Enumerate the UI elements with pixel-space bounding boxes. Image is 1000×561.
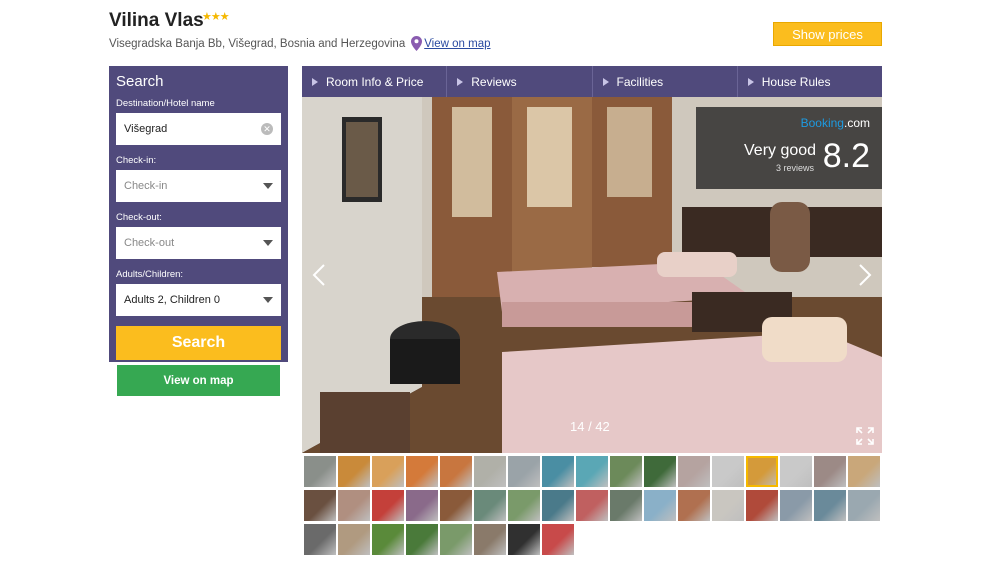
- fullscreen-icon[interactable]: [856, 427, 874, 445]
- gallery-thumbnail[interactable]: [644, 456, 676, 487]
- brand-part1: Booking: [800, 116, 844, 130]
- hotel-address: Visegradska Banja Bb, Višegrad, Bosnia a…: [109, 37, 406, 50]
- gallery-thumbnail[interactable]: [678, 490, 710, 521]
- gallery-thumbnail[interactable]: [610, 490, 642, 521]
- gallery-thumbnail[interactable]: [814, 490, 846, 521]
- gallery-thumbnail[interactable]: [474, 524, 506, 555]
- hotel-name: Vilina Vlas: [109, 10, 204, 31]
- gallery-thumbnail[interactable]: [848, 490, 880, 521]
- gallery-thumbnail[interactable]: [440, 490, 472, 521]
- checkin-select[interactable]: Check-in: [116, 170, 281, 202]
- brand-part2: .com: [843, 116, 870, 130]
- checkout-placeholder: Check-out: [124, 237, 175, 249]
- guests-select[interactable]: Adults 2, Children 0: [116, 284, 281, 316]
- tab-house-rules[interactable]: House Rules: [738, 66, 882, 97]
- hotel-address-row: Visegradska Banja Bb, Višegrad, Bosnia a…: [109, 36, 491, 51]
- hotel-tabs: Room Info & Price Reviews Facilities Hou…: [302, 66, 882, 97]
- review-count: 3 reviews: [776, 163, 815, 173]
- tab-room-info[interactable]: Room Info & Price: [302, 66, 448, 97]
- chevron-left-icon[interactable]: [312, 263, 326, 287]
- tab-label: Reviews: [471, 74, 517, 89]
- play-arrow-icon: [747, 77, 754, 86]
- gallery-thumbnail[interactable]: [712, 490, 744, 521]
- gallery-thumbnail[interactable]: [746, 490, 778, 521]
- photo-counter: 14 / 42: [570, 419, 610, 434]
- guests-value: Adults 2, Children 0: [124, 294, 220, 306]
- rating-box: Booking.com Very good 3 reviews 8.2: [696, 107, 882, 189]
- gallery-thumbnail[interactable]: [474, 490, 506, 521]
- rating-verdict: Very good: [744, 142, 817, 159]
- play-arrow-icon: [457, 77, 464, 86]
- gallery-thumbnail[interactable]: [474, 456, 506, 487]
- star-rating-icon: ★★★: [202, 11, 230, 23]
- gallery-thumbnail[interactable]: [814, 456, 846, 487]
- search-panel-title: Search: [116, 73, 164, 90]
- gallery-thumbnail[interactable]: [712, 456, 744, 487]
- tab-label: Room Info & Price: [326, 74, 424, 89]
- gallery-thumbnail[interactable]: [644, 490, 676, 521]
- gallery-thumbnail[interactable]: [304, 456, 336, 487]
- gallery-thumbnail[interactable]: [508, 456, 540, 487]
- gallery-thumbnail[interactable]: [304, 524, 336, 555]
- guests-label: Adults/Children:: [116, 269, 184, 280]
- gallery-thumbnail[interactable]: [746, 456, 778, 487]
- gallery-thumbnail[interactable]: [542, 456, 574, 487]
- rating-score: 8.2: [822, 137, 870, 175]
- gallery-thumbnail[interactable]: [372, 524, 404, 555]
- gallery-thumbnail[interactable]: [406, 524, 438, 555]
- view-on-map-button[interactable]: View on map: [117, 365, 280, 396]
- chevron-right-icon[interactable]: [858, 263, 872, 287]
- checkin-label: Check-in:: [116, 155, 157, 166]
- tab-label: House Rules: [761, 74, 831, 89]
- play-arrow-icon: [602, 77, 609, 86]
- gallery-thumbnail[interactable]: [780, 456, 812, 487]
- checkout-select[interactable]: Check-out: [116, 227, 281, 259]
- gallery-thumbnail[interactable]: [848, 456, 880, 487]
- play-arrow-icon: [312, 77, 318, 86]
- tab-facilities[interactable]: Facilities: [593, 66, 738, 97]
- gallery-thumbnail[interactable]: [372, 456, 404, 487]
- gallery-thumbnail[interactable]: [338, 524, 370, 555]
- gallery-thumbnail[interactable]: [508, 524, 540, 555]
- gallery-thumbnail[interactable]: [440, 456, 472, 487]
- gallery-thumbnail[interactable]: [576, 456, 608, 487]
- gallery-thumbnail[interactable]: [780, 490, 812, 521]
- map-pin-icon: [411, 36, 423, 51]
- gallery-thumbnail[interactable]: [406, 490, 438, 521]
- thumbnail-strip: [304, 456, 882, 555]
- show-prices-button[interactable]: Show prices: [773, 22, 882, 46]
- booking-logo: Booking.com: [801, 116, 870, 130]
- view-on-map-link[interactable]: View on map: [424, 38, 490, 50]
- clear-icon[interactable]: ✕: [261, 123, 273, 135]
- gallery-thumbnail[interactable]: [304, 490, 336, 521]
- destination-label: Destination/Hotel name: [116, 98, 215, 109]
- destination-value: Višegrad: [124, 123, 168, 135]
- tab-label: Facilities: [616, 74, 664, 89]
- chevron-down-icon: [263, 240, 273, 246]
- chevron-down-icon: [263, 297, 273, 303]
- gallery-thumbnail[interactable]: [338, 490, 370, 521]
- destination-input[interactable]: Višegrad ✕: [116, 113, 281, 145]
- tab-reviews[interactable]: Reviews: [447, 66, 593, 97]
- gallery-thumbnail[interactable]: [508, 490, 540, 521]
- gallery-thumbnail[interactable]: [576, 490, 608, 521]
- gallery-thumbnail[interactable]: [338, 456, 370, 487]
- search-button[interactable]: Search: [116, 326, 281, 360]
- gallery-thumbnail[interactable]: [406, 456, 438, 487]
- chevron-down-icon: [263, 183, 273, 189]
- main-photo[interactable]: Booking.com Very good 3 reviews 8.2 14 /…: [302, 97, 882, 453]
- gallery-thumbnail[interactable]: [542, 524, 574, 555]
- gallery-thumbnail[interactable]: [610, 456, 642, 487]
- gallery-thumbnail[interactable]: [542, 490, 574, 521]
- checkin-placeholder: Check-in: [124, 180, 168, 192]
- search-panel: Search Destination/Hotel name Višegrad ✕…: [109, 66, 288, 362]
- gallery-thumbnail[interactable]: [440, 524, 472, 555]
- gallery-thumbnail[interactable]: [678, 456, 710, 487]
- gallery-thumbnail[interactable]: [372, 490, 404, 521]
- checkout-label: Check-out:: [116, 212, 162, 223]
